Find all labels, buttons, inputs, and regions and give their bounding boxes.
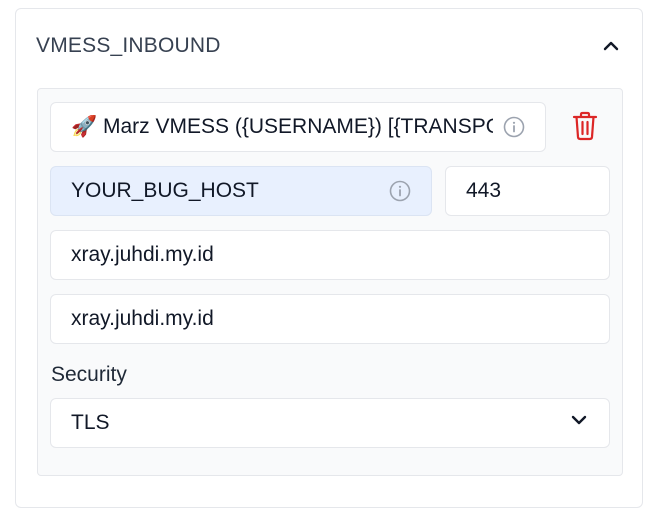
section-header[interactable]: VMESS_INBOUND xyxy=(16,9,642,83)
delete-button[interactable] xyxy=(570,111,600,146)
host-header-value: xray.juhdi.my.id xyxy=(71,307,214,330)
sni-value: xray.juhdi.my.id xyxy=(71,243,214,266)
address-value: YOUR_BUG_HOST xyxy=(71,179,259,202)
section-title: VMESS_INBOUND xyxy=(36,34,221,57)
chevron-down-icon xyxy=(569,410,589,436)
security-selected-value: TLS xyxy=(71,411,110,434)
chevron-up-icon[interactable] xyxy=(600,35,622,57)
info-icon[interactable] xyxy=(503,116,525,138)
remark-input[interactable]: 🚀 Marz VMESS ({USERNAME}) [{TRANSPORT}] xyxy=(50,102,546,152)
trash-icon xyxy=(572,111,598,146)
vmess-inbound-card: VMESS_INBOUND 🚀 Marz VMESS ({USERNAME}) … xyxy=(15,8,643,508)
port-value: 443 xyxy=(466,179,502,202)
info-icon[interactable] xyxy=(389,180,411,202)
port-input[interactable]: 443 xyxy=(445,166,610,216)
address-input[interactable]: YOUR_BUG_HOST xyxy=(50,166,432,216)
security-label: Security xyxy=(51,363,127,386)
host-header-input[interactable]: xray.juhdi.my.id xyxy=(50,294,610,344)
host-entry-panel: 🚀 Marz VMESS ({USERNAME}) [{TRANSPORT}] xyxy=(37,88,623,476)
security-select[interactable]: TLS xyxy=(50,398,610,448)
remark-value: 🚀 Marz VMESS ({USERNAME}) [{TRANSPORT}] xyxy=(71,115,493,138)
sni-input[interactable]: xray.juhdi.my.id xyxy=(50,230,610,280)
